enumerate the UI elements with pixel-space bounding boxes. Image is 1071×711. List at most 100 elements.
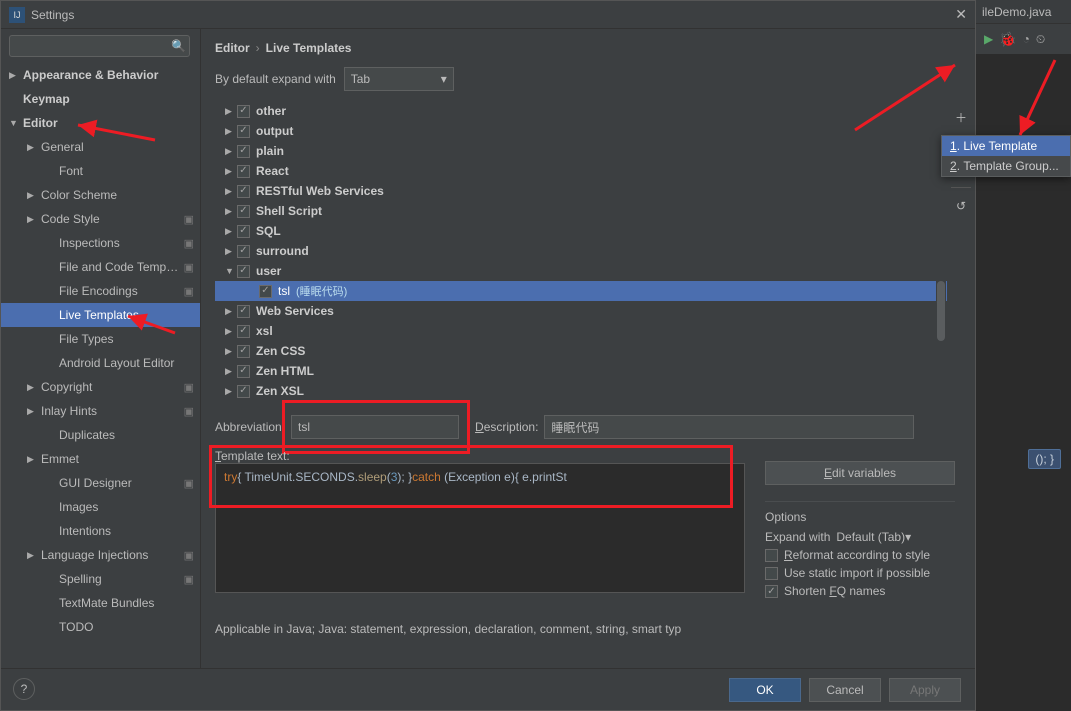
group-checkbox[interactable]: ✓ bbox=[237, 205, 250, 218]
group-checkbox[interactable]: ✓ bbox=[237, 185, 250, 198]
template-group-row[interactable]: ▶✓Web Services bbox=[215, 301, 947, 321]
group-checkbox[interactable]: ✓ bbox=[237, 125, 250, 138]
project-icon: ▣ bbox=[184, 405, 194, 418]
nav-gui-designer[interactable]: GUI Designer▣ bbox=[1, 471, 200, 495]
cancel-button[interactable]: Cancel bbox=[809, 678, 881, 702]
project-icon: ▣ bbox=[184, 285, 194, 298]
template-group-row[interactable]: ▶✓other bbox=[215, 101, 947, 121]
nav-emmet[interactable]: ▶Emmet bbox=[1, 447, 200, 471]
template-group-row[interactable]: ▶✓RESTful Web Services bbox=[215, 181, 947, 201]
template-tree[interactable]: ▶✓other▶✓output▶✓plain▶✓React▶✓RESTful W… bbox=[215, 101, 947, 401]
apply-button[interactable]: Apply bbox=[889, 678, 961, 702]
reformat-checkbox[interactable] bbox=[765, 549, 778, 562]
template-group-row[interactable]: ▶✓SQL bbox=[215, 221, 947, 241]
description-input[interactable] bbox=[544, 415, 914, 439]
breadcrumb: Editor›Live Templates bbox=[215, 39, 975, 67]
nav-font[interactable]: Font bbox=[1, 159, 200, 183]
nav-textmate[interactable]: TextMate Bundles bbox=[1, 591, 200, 615]
app-icon: IJ bbox=[9, 7, 25, 23]
group-checkbox[interactable]: ✓ bbox=[237, 385, 250, 398]
options-title: Options bbox=[765, 510, 955, 524]
template-group-row[interactable]: ▶✓plain bbox=[215, 141, 947, 161]
ok-button[interactable]: OK bbox=[729, 678, 801, 702]
settings-tree[interactable]: ▶Appearance & Behavior Keymap ▼Editor ▶G… bbox=[1, 63, 200, 668]
nav-file-code-templates[interactable]: File and Code Templates▣ bbox=[1, 255, 200, 279]
nav-todo[interactable]: TODO bbox=[1, 615, 200, 639]
template-checkbox[interactable]: ✓ bbox=[259, 285, 272, 298]
settings-dialog: IJ Settings ✕ 🔍 ▶Appearance & Behavior K… bbox=[0, 0, 976, 711]
group-checkbox[interactable]: ✓ bbox=[237, 165, 250, 178]
nav-android-layout[interactable]: Android Layout Editor bbox=[1, 351, 200, 375]
edit-variables-button[interactable]: Edit variables bbox=[765, 461, 955, 485]
nav-file-encodings[interactable]: File Encodings▣ bbox=[1, 279, 200, 303]
nav-spelling[interactable]: Spelling▣ bbox=[1, 567, 200, 591]
template-group-row[interactable]: ▶✓Zen XSL bbox=[215, 381, 947, 401]
nav-images[interactable]: Images bbox=[1, 495, 200, 519]
help-button[interactable]: ? bbox=[13, 678, 35, 700]
template-group-row[interactable]: ▶✓Zen CSS bbox=[215, 341, 947, 361]
static-import-label: Use static import if possible bbox=[784, 566, 930, 580]
search-icon: 🔍 bbox=[171, 39, 186, 53]
project-icon: ▣ bbox=[184, 477, 194, 490]
debug-icon[interactable]: 🐞 bbox=[999, 31, 1016, 48]
scrollbar-thumb[interactable] bbox=[937, 281, 945, 341]
popup-live-template[interactable]: 1. Live Template bbox=[942, 136, 1070, 156]
nav-inlay-hints[interactable]: ▶Inlay Hints▣ bbox=[1, 399, 200, 423]
popup-template-group[interactable]: 2. Template Group... bbox=[942, 156, 1070, 176]
template-group-row[interactable]: ▶✓output bbox=[215, 121, 947, 141]
template-group-row[interactable]: ▶✓Shell Script bbox=[215, 201, 947, 221]
group-checkbox[interactable]: ✓ bbox=[237, 265, 250, 278]
template-group-row[interactable]: ▶✓xsl bbox=[215, 321, 947, 341]
nav-colorscheme[interactable]: ▶Color Scheme bbox=[1, 183, 200, 207]
abbreviation-input[interactable] bbox=[291, 415, 459, 439]
group-checkbox[interactable]: ✓ bbox=[237, 325, 250, 338]
nav-live-templates[interactable]: Live Templates bbox=[1, 303, 200, 327]
template-group-row[interactable]: ▼✓user bbox=[215, 261, 947, 281]
nav-appearance[interactable]: ▶Appearance & Behavior bbox=[1, 63, 200, 87]
coverage-icon[interactable]: ◔ bbox=[1023, 32, 1030, 46]
group-checkbox[interactable]: ✓ bbox=[237, 245, 250, 258]
description-label: DDescription:escription: bbox=[475, 420, 538, 434]
nav-general[interactable]: ▶General bbox=[1, 135, 200, 159]
run-toolbar: ▶ 🐞 ◔ ⏲ bbox=[976, 24, 1071, 54]
chevron-down-icon: ▾ bbox=[905, 530, 911, 544]
shorten-fq-checkbox[interactable]: ✓ bbox=[765, 585, 778, 598]
run-icon[interactable]: ▶ bbox=[984, 32, 993, 46]
group-checkbox[interactable]: ✓ bbox=[237, 305, 250, 318]
nav-copyright[interactable]: ▶Copyright▣ bbox=[1, 375, 200, 399]
group-checkbox[interactable]: ✓ bbox=[237, 365, 250, 378]
reformat-label: Reformat according to style bbox=[784, 548, 930, 562]
template-item-row[interactable]: ✓tsl(睡眠代码) bbox=[215, 281, 947, 301]
static-import-checkbox[interactable] bbox=[765, 567, 778, 580]
nav-file-types[interactable]: File Types bbox=[1, 327, 200, 351]
nav-keymap[interactable]: Keymap bbox=[1, 87, 200, 111]
group-checkbox[interactable]: ✓ bbox=[237, 345, 250, 358]
project-icon: ▣ bbox=[184, 381, 194, 394]
nav-editor[interactable]: ▼Editor bbox=[1, 111, 200, 135]
template-group-row[interactable]: ▶✓Zen HTML bbox=[215, 361, 947, 381]
template-group-row[interactable]: ▶✓React bbox=[215, 161, 947, 181]
group-checkbox[interactable]: ✓ bbox=[237, 145, 250, 158]
template-text-editor[interactable]: try{ TimeUnit.SECONDS.sleep(3); }catch (… bbox=[215, 463, 745, 593]
search-input[interactable] bbox=[9, 35, 190, 57]
nav-language-injections[interactable]: ▶Language Injections▣ bbox=[1, 543, 200, 567]
group-checkbox[interactable]: ✓ bbox=[237, 225, 250, 238]
close-icon[interactable]: ✕ bbox=[955, 6, 967, 23]
group-checkbox[interactable]: ✓ bbox=[237, 105, 250, 118]
template-group-row[interactable]: ▶✓surround bbox=[215, 241, 947, 261]
nav-codestyle[interactable]: ▶Code Style▣ bbox=[1, 207, 200, 231]
nav-intentions[interactable]: Intentions bbox=[1, 519, 200, 543]
default-expand-combo[interactable]: Tab▾ bbox=[344, 67, 454, 91]
project-icon: ▣ bbox=[184, 237, 194, 250]
revert-button[interactable]: ↺ bbox=[951, 196, 971, 216]
nav-duplicates[interactable]: Duplicates bbox=[1, 423, 200, 447]
settings-sidebar: 🔍 ▶Appearance & Behavior Keymap ▼Editor … bbox=[1, 29, 201, 668]
expand-with-combo[interactable]: Default (Tab)▾ bbox=[836, 530, 936, 544]
shorten-fq-label: Shorten FQ names bbox=[784, 584, 885, 598]
expand-with-label: Expand with bbox=[765, 530, 830, 544]
editor-tab[interactable]: ileDemo.java bbox=[976, 0, 1071, 24]
nav-inspections[interactable]: Inspections▣ bbox=[1, 231, 200, 255]
profiler-icon[interactable]: ⏲ bbox=[1036, 32, 1045, 47]
add-button[interactable]: ＋ bbox=[951, 107, 971, 127]
add-popup-menu: 1. Live Template 2. Template Group... bbox=[941, 135, 1071, 177]
